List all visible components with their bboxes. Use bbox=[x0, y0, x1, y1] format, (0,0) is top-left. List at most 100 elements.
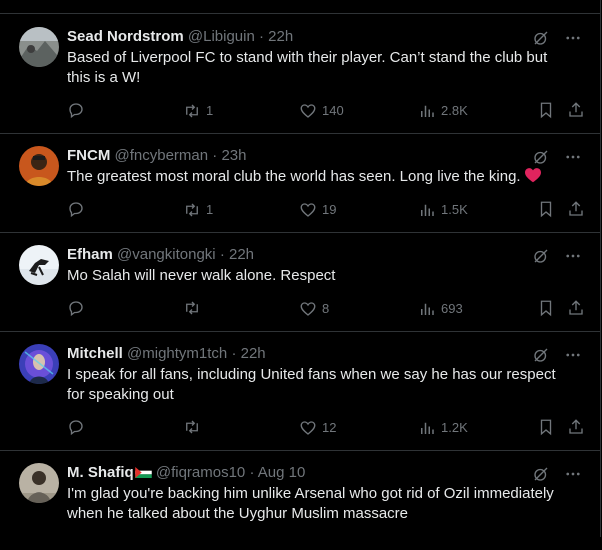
views-button[interactable]: 693 bbox=[418, 299, 463, 319]
tweet[interactable]: FNCM @fncyberman · 23h The greatest most… bbox=[0, 133, 600, 233]
more-icon[interactable] bbox=[564, 247, 582, 265]
tweet[interactable]: Mitchell @mightym1tch · 22h I speak for … bbox=[0, 331, 600, 451]
grok-icon[interactable] bbox=[532, 148, 550, 166]
tweet-header: Sead Nordstrom @Libiguin · 22h bbox=[67, 28, 293, 46]
reply-icon bbox=[69, 103, 83, 119]
author-name[interactable]: Efham bbox=[67, 246, 113, 263]
like-button[interactable]: 12 bbox=[299, 418, 336, 438]
author-name[interactable]: M. Shafiq bbox=[67, 464, 134, 481]
bookmark-icon bbox=[540, 300, 552, 317]
author-name[interactable]: Mitchell bbox=[67, 345, 123, 362]
separator-dot: · bbox=[249, 464, 255, 481]
views-count: 1.2K bbox=[441, 420, 468, 435]
avatar[interactable] bbox=[19, 245, 59, 285]
tweet-actions: 1 19 1.5K bbox=[67, 200, 583, 220]
author-handle[interactable]: @vangkitongki bbox=[117, 246, 216, 263]
tweet-time[interactable]: 22h bbox=[268, 28, 293, 45]
bookmark-button[interactable] bbox=[537, 200, 555, 218]
tweet[interactable]: Sead Nordstrom @Libiguin · 22h Based of … bbox=[0, 14, 600, 134]
like-icon bbox=[300, 203, 316, 217]
share-icon bbox=[569, 102, 583, 117]
reply-feed: Sead Nordstrom @Libiguin · 22h Based of … bbox=[0, 0, 601, 537]
avatar[interactable] bbox=[19, 463, 59, 503]
avatar[interactable] bbox=[19, 344, 59, 384]
reply-button[interactable] bbox=[67, 200, 90, 218]
more-icon[interactable] bbox=[564, 346, 582, 364]
grok-icon[interactable] bbox=[532, 465, 550, 483]
more-icon[interactable] bbox=[564, 465, 582, 483]
views-button[interactable]: 1.2K bbox=[418, 418, 468, 438]
tweet-header: Efham @vangkitongki · 22h bbox=[67, 246, 254, 264]
reply-icon bbox=[69, 301, 83, 317]
author-handle[interactable]: @fiqramos10 bbox=[156, 464, 245, 481]
share-icon bbox=[569, 201, 583, 216]
tweet-time[interactable]: 23h bbox=[221, 147, 246, 164]
retweet-button[interactable]: 1 bbox=[183, 200, 213, 220]
grok-icon[interactable] bbox=[532, 29, 550, 47]
reply-button[interactable] bbox=[67, 101, 90, 119]
views-count: 1.5K bbox=[441, 202, 468, 217]
grok-icon[interactable] bbox=[532, 346, 550, 364]
tweet-actions: 8 693 bbox=[67, 299, 583, 319]
tweet-time[interactable]: Aug 10 bbox=[258, 464, 306, 481]
tweet-header: M. Shafiq @fiqramos10 · Aug 10 bbox=[67, 464, 305, 482]
like-count: 12 bbox=[322, 420, 337, 435]
tweet-text-container: The greatest most moral club the world h… bbox=[67, 167, 572, 187]
tweet-header: Mitchell @mightym1tch · 22h bbox=[67, 345, 266, 363]
views-count: 693 bbox=[441, 301, 463, 316]
more-icon[interactable] bbox=[564, 29, 582, 47]
red-heart-icon bbox=[524, 168, 541, 183]
retweet-icon bbox=[186, 104, 198, 118]
views-icon bbox=[421, 303, 434, 315]
retweet-button[interactable]: 1 bbox=[183, 101, 213, 121]
share-button[interactable] bbox=[567, 200, 585, 218]
tweet[interactable]: Efham @vangkitongki · 22h Mo Salah will … bbox=[0, 232, 600, 332]
like-icon bbox=[300, 104, 316, 118]
author-handle[interactable]: @Libiguin bbox=[188, 28, 255, 45]
views-icon bbox=[421, 105, 434, 117]
like-count: 19 bbox=[322, 202, 337, 217]
bookmark-button[interactable] bbox=[537, 101, 555, 119]
avatar[interactable] bbox=[19, 146, 59, 186]
author-name[interactable]: FNCM bbox=[67, 147, 110, 164]
tweet-actions: 12 1.2K bbox=[67, 418, 583, 438]
tweet-time[interactable]: 22h bbox=[229, 246, 254, 263]
author-handle[interactable]: @mightym1tch bbox=[127, 345, 227, 362]
author-name[interactable]: Sead Nordstrom bbox=[67, 28, 184, 45]
share-button[interactable] bbox=[567, 101, 585, 119]
views-count: 2.8K bbox=[441, 103, 468, 118]
like-count: 8 bbox=[322, 301, 330, 316]
separator-dot: · bbox=[212, 147, 218, 164]
like-icon bbox=[300, 421, 316, 435]
bookmark-icon bbox=[540, 102, 552, 119]
views-button[interactable]: 1.5K bbox=[418, 200, 468, 220]
reply-button[interactable] bbox=[67, 299, 90, 317]
bookmark-button[interactable] bbox=[537, 299, 555, 317]
like-count: 140 bbox=[322, 103, 344, 118]
tweet[interactable]: M. Shafiq @fiqramos10 · Aug 10 I'm glad … bbox=[0, 450, 600, 550]
author-handle[interactable]: @fncyberman bbox=[115, 147, 209, 164]
retweet-icon bbox=[186, 420, 198, 434]
separator-dot: · bbox=[219, 246, 225, 263]
tweet-actions: 1 140 2.8K bbox=[67, 101, 583, 121]
views-icon bbox=[421, 204, 434, 216]
grok-icon[interactable] bbox=[532, 247, 550, 265]
views-button[interactable]: 2.8K bbox=[418, 101, 468, 121]
retweet-button[interactable] bbox=[183, 299, 206, 317]
more-icon[interactable] bbox=[564, 148, 582, 166]
retweet-button[interactable] bbox=[183, 418, 206, 436]
bookmark-button[interactable] bbox=[537, 418, 555, 436]
separator-dot: · bbox=[258, 28, 264, 45]
like-button[interactable]: 140 bbox=[299, 101, 344, 121]
tweet-time[interactable]: 22h bbox=[241, 345, 266, 362]
retweet-icon bbox=[186, 203, 198, 217]
share-button[interactable] bbox=[567, 418, 585, 436]
like-button[interactable]: 8 bbox=[299, 299, 329, 319]
tweet-text: Mo Salah will never walk alone. Respect bbox=[67, 267, 336, 284]
like-button[interactable]: 19 bbox=[299, 200, 336, 220]
share-button[interactable] bbox=[567, 299, 585, 317]
reply-button[interactable] bbox=[67, 418, 90, 436]
share-icon bbox=[569, 419, 583, 434]
retweet-icon bbox=[186, 301, 198, 315]
avatar[interactable] bbox=[19, 27, 59, 67]
